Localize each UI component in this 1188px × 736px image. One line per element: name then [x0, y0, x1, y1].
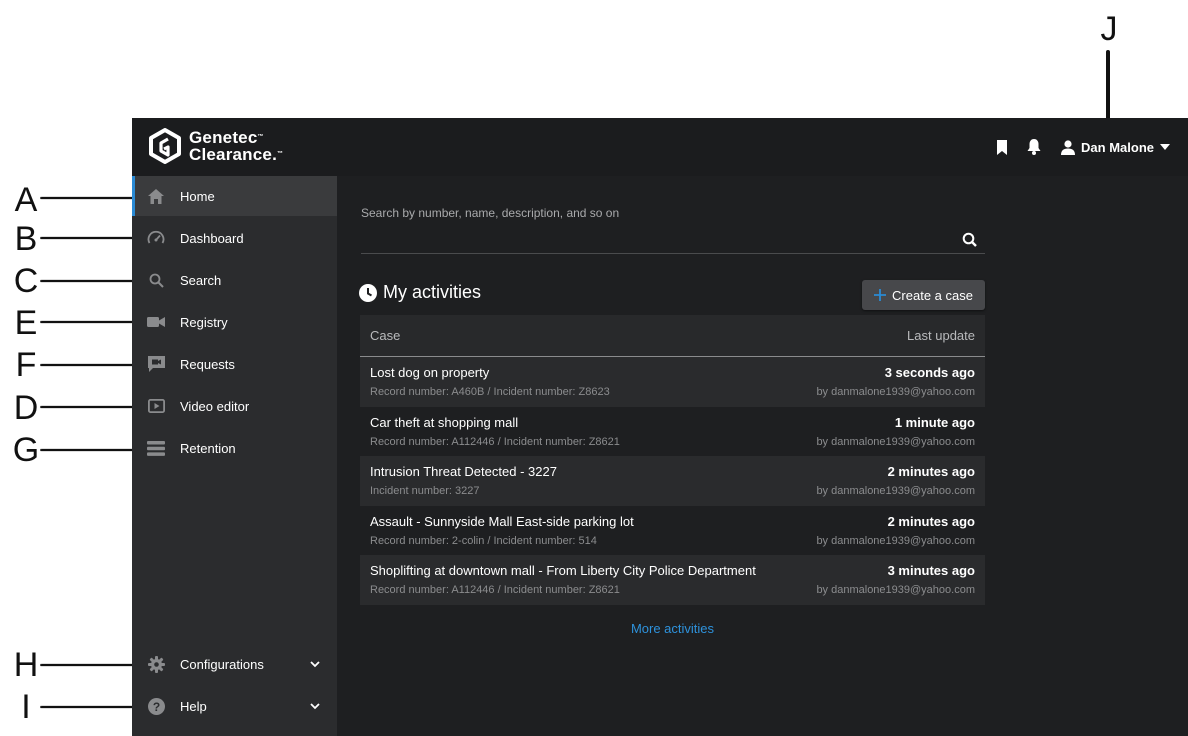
help-icon: ?	[147, 697, 165, 715]
sidebar-item-retention[interactable]: Retention	[132, 428, 337, 468]
column-last-update: Last update	[907, 328, 975, 343]
update-time: 1 minute ago	[894, 414, 975, 430]
request-icon	[147, 355, 165, 373]
gauge-icon	[147, 229, 165, 247]
brand-name: Genetec™ Clearance.™	[189, 129, 283, 163]
clearance-app: Genetec™ Clearance.™ Dan Malone Home Das…	[132, 118, 1188, 736]
home-icon	[147, 187, 165, 205]
sidebar: Home Dashboard Search Registry Requests …	[132, 176, 337, 736]
sidebar-item-configurations[interactable]: Configurations	[132, 644, 337, 684]
callout-j: J	[1100, 10, 1118, 48]
brand-tm-2: ™	[277, 151, 284, 157]
update-time: 2 minutes ago	[887, 513, 975, 529]
create-case-button[interactable]: Create a case	[862, 280, 985, 310]
activities-table: Case Last update Lost dog on property Re…	[360, 315, 985, 605]
gear-icon	[147, 655, 165, 673]
chevron-down-icon[interactable]	[309, 658, 321, 670]
update-time: 3 minutes ago	[887, 563, 975, 579]
table-row[interactable]: Car theft at shopping mall Record number…	[360, 407, 985, 457]
chevron-down-icon[interactable]	[309, 700, 321, 712]
sidebar-item-video-editor[interactable]: Video editor	[132, 386, 337, 426]
table-header: Case Last update	[360, 315, 985, 357]
camera-icon	[147, 313, 165, 331]
case-numbers: Incident number: 3227	[370, 485, 480, 498]
sidebar-item-label: Home	[180, 188, 215, 204]
update-by: by danmalone1939@yahoo.com	[816, 435, 975, 448]
sidebar-item-label: Search	[180, 272, 222, 288]
video-editor-icon	[147, 397, 165, 415]
genetec-logo[interactable]: Genetec™ Clearance.™	[148, 128, 283, 164]
sidebar-item-label: Registry	[180, 314, 228, 330]
activities-title-text: My activities	[383, 282, 482, 302]
plus-icon	[874, 289, 887, 301]
activities-title: My activities	[359, 282, 481, 303]
sidebar-item-search[interactable]: Search	[132, 260, 337, 300]
user-menu[interactable]: Dan Malone	[1061, 140, 1170, 155]
create-case-label: Create a case	[892, 287, 973, 303]
search-icon	[147, 271, 165, 289]
user-icon	[1061, 139, 1076, 155]
case-title: Assault - Sunnyside Mall East-side parki…	[370, 513, 634, 529]
case-title: Lost dog on property	[370, 365, 490, 380]
clock-icon	[359, 283, 377, 302]
top-bar: Genetec™ Clearance.™ Dan Malone	[132, 118, 1188, 176]
table-row[interactable]: Lost dog on property Record number: A460…	[360, 357, 985, 407]
update-by: by danmalone1939@yahoo.com	[816, 485, 975, 498]
sidebar-item-label: Help	[180, 698, 207, 714]
brand-line2: Clearance.	[189, 145, 277, 164]
case-title: Shoplifting at downtown mall - From Libe…	[370, 563, 756, 579]
case-numbers: Record number: A112446 / Incident number…	[370, 435, 620, 448]
svg-text:?: ?	[152, 700, 159, 714]
bookmark-icon[interactable]	[993, 138, 1011, 156]
case-numbers: Record number: A112446 / Incident number…	[370, 584, 620, 597]
update-by: by danmalone1939@yahoo.com	[816, 534, 975, 547]
sidebar-item-label: Requests	[180, 356, 235, 372]
case-numbers: Record number: 2-colin / Incident number…	[370, 534, 597, 547]
sidebar-item-home[interactable]: Home	[132, 176, 337, 216]
sidebar-item-label: Retention	[180, 440, 236, 456]
search-icon[interactable]	[961, 231, 979, 249]
sidebar-item-label: Dashboard	[180, 230, 244, 246]
brand-tm: ™	[257, 134, 264, 140]
case-numbers: Record number: A460B / Incident number: …	[370, 386, 610, 398]
bell-icon[interactable]	[1025, 138, 1043, 156]
sidebar-item-dashboard[interactable]: Dashboard	[132, 218, 337, 258]
table-row[interactable]: Assault - Sunnyside Mall East-side parki…	[360, 506, 985, 556]
search-label: Search by number, name, description, and…	[361, 206, 620, 220]
table-row[interactable]: Intrusion Threat Detected - 3227 Inciden…	[360, 456, 985, 506]
update-by: by danmalone1939@yahoo.com	[816, 386, 975, 398]
sidebar-item-label: Configurations	[180, 656, 264, 672]
caret-down-icon	[1160, 144, 1170, 150]
sidebar-item-label: Video editor	[180, 398, 250, 414]
update-time: 2 minutes ago	[887, 464, 975, 480]
case-title: Car theft at shopping mall	[370, 414, 519, 430]
sidebar-item-help[interactable]: ? Help	[132, 686, 337, 726]
table-row[interactable]: Shoplifting at downtown mall - From Libe…	[360, 555, 985, 605]
annotated-screenshot: A B C E F D G H I J Genetec™ Clearance.™	[0, 0, 1188, 736]
main-content: Search by number, name, description, and…	[337, 176, 1188, 736]
case-title: Intrusion Threat Detected - 3227	[370, 464, 557, 480]
genetec-logo-icon	[149, 128, 181, 164]
top-bar-actions: Dan Malone	[993, 118, 1170, 176]
retention-icon	[147, 439, 165, 457]
sidebar-item-requests[interactable]: Requests	[132, 344, 337, 384]
search-input[interactable]	[361, 228, 985, 254]
update-time: 3 seconds ago	[884, 365, 975, 380]
sidebar-item-registry[interactable]: Registry	[132, 302, 337, 342]
user-name: Dan Malone	[1081, 139, 1154, 155]
callout-a: A	[14, 181, 38, 219]
column-case: Case	[370, 328, 401, 343]
update-by: by danmalone1939@yahoo.com	[816, 584, 975, 597]
more-activities-link[interactable]: More activities	[360, 621, 985, 636]
